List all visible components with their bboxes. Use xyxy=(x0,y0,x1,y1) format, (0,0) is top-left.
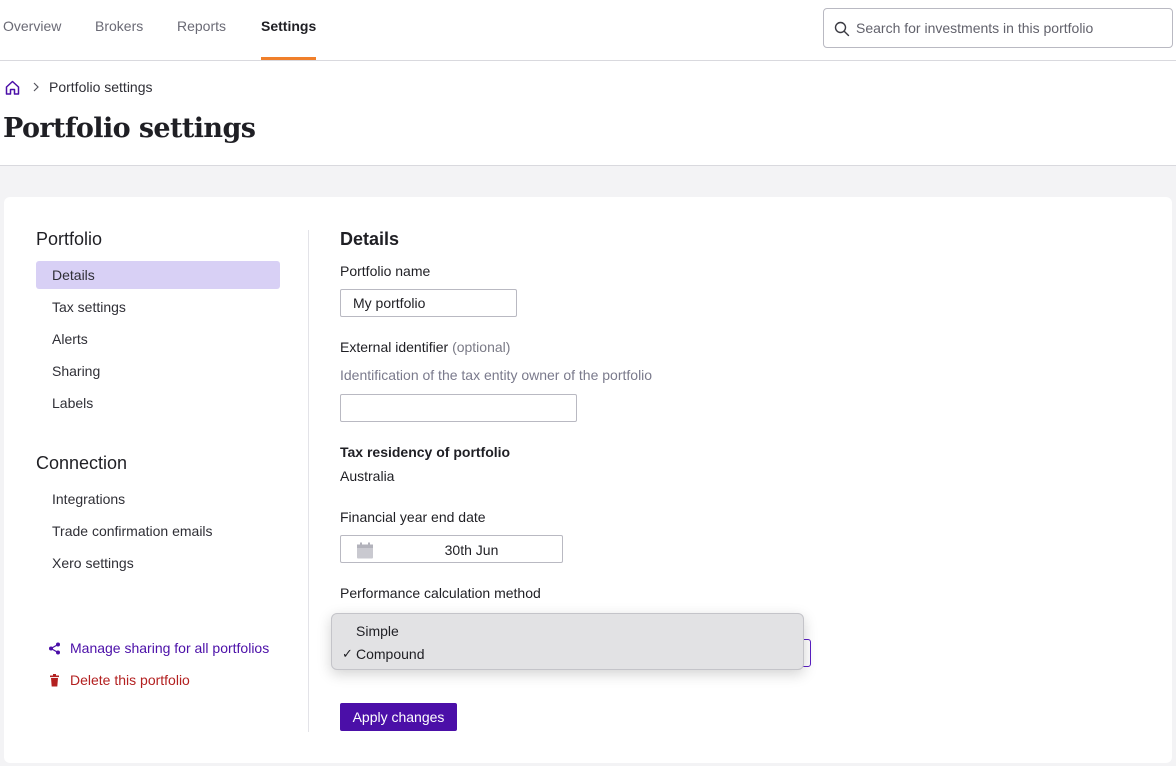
external-identifier-input[interactable] xyxy=(340,394,577,422)
delete-portfolio-link[interactable]: Delete this portfolio xyxy=(48,671,190,689)
financial-year-end-label: Financial year end date xyxy=(340,509,486,525)
sidebar-divider xyxy=(308,230,309,732)
external-identifier-label: External identifier (optional) xyxy=(340,339,510,355)
external-identifier-hint: Identification of the tax entity owner o… xyxy=(340,367,653,383)
home-icon[interactable] xyxy=(4,79,21,96)
share-icon xyxy=(49,642,60,654)
trash-icon xyxy=(50,673,59,686)
apply-changes-button[interactable]: Apply changes xyxy=(340,703,457,731)
search-box[interactable] xyxy=(823,8,1173,48)
portfolio-name-input[interactable] xyxy=(340,289,517,317)
sidebar-item-trade-confirmation-emails[interactable]: Trade confirmation emails xyxy=(36,517,280,545)
external-identifier-label-text: External identifier xyxy=(340,339,449,355)
manage-sharing-label: Manage sharing for all portfolios xyxy=(70,640,270,656)
page-title: Portfolio settings xyxy=(3,113,256,144)
tab-reports[interactable]: Reports xyxy=(177,18,226,60)
delete-portfolio-label: Delete this portfolio xyxy=(70,672,190,688)
financial-year-end-value: 30th Jun xyxy=(444,542,499,558)
tab-settings[interactable]: Settings xyxy=(261,18,317,60)
performance-method-label: Performance calculation method xyxy=(340,585,541,601)
option-compound-label: Compound xyxy=(356,646,425,662)
sidebar-item-alerts[interactable]: Alerts xyxy=(36,325,280,353)
option-simple-label: Simple xyxy=(356,623,399,639)
sidebar-item-integrations[interactable]: Integrations xyxy=(36,485,280,513)
option-compound[interactable]: ✓ Compound xyxy=(332,643,803,665)
tax-residency-label: Tax residency of portfolio xyxy=(340,444,511,460)
search-icon xyxy=(834,21,850,37)
checkmark-icon: ✓ xyxy=(342,646,353,661)
tab-brokers[interactable]: Brokers xyxy=(95,18,143,60)
calendar-icon xyxy=(357,542,373,559)
tax-residency-value: Australia xyxy=(340,468,395,484)
search-input[interactable] xyxy=(856,9,1166,47)
portfolio-name-label: Portfolio name xyxy=(340,263,431,279)
option-simple[interactable]: Simple xyxy=(332,620,803,642)
sidebar-item-details[interactable]: Details xyxy=(36,261,280,289)
sidebar-item-sharing[interactable]: Sharing xyxy=(36,357,280,385)
sidebar-item-xero-settings[interactable]: Xero settings xyxy=(36,549,280,577)
tab-overview[interactable]: Overview xyxy=(3,18,61,60)
sidebar-heading-portfolio: Portfolio xyxy=(36,229,103,249)
performance-method-dropdown: Simple ✓ Compound xyxy=(331,613,804,670)
manage-sharing-link[interactable]: Manage sharing for all portfolios xyxy=(48,639,269,657)
breadcrumb: Portfolio settings xyxy=(4,78,153,96)
top-navigation: Overview Brokers Reports Settings xyxy=(0,0,1176,61)
sidebar-item-tax-settings[interactable]: Tax settings xyxy=(36,293,280,321)
section-title: Details xyxy=(340,229,400,249)
breadcrumb-current: Portfolio settings xyxy=(49,79,153,95)
chevron-right-icon xyxy=(33,82,39,92)
financial-year-end-picker[interactable]: 30th Jun xyxy=(340,535,563,563)
optional-tag: (optional) xyxy=(452,339,511,355)
sidebar-heading-connection: Connection xyxy=(36,453,128,473)
sidebar-item-labels[interactable]: Labels xyxy=(36,389,280,417)
